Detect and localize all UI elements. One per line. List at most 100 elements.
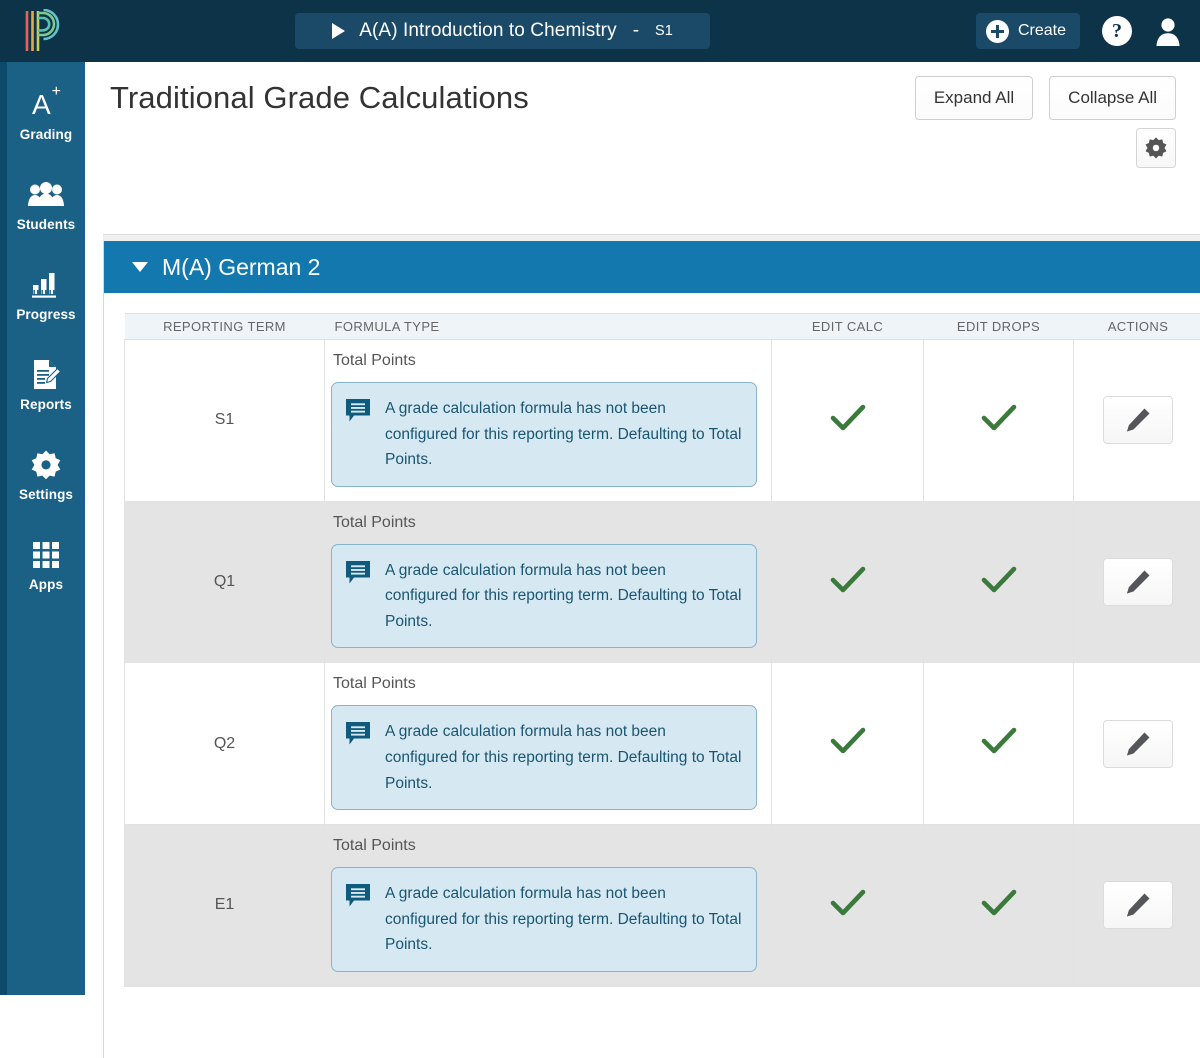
bar-chart-icon (31, 268, 61, 302)
check-icon (981, 565, 1017, 595)
sidebar-item-reports[interactable]: Reports (7, 346, 85, 422)
check-icon (830, 565, 866, 595)
pencil-edit-icon (1124, 730, 1152, 758)
column-header-edit-drops: EDIT DROPS (924, 314, 1074, 340)
sidebar-item-label-students: Students (17, 217, 76, 232)
sidebar-item-label-reports: Reports (20, 397, 72, 412)
sidebar-item-settings[interactable]: Settings (7, 436, 85, 512)
table-row: Q1 Total Points A grade calculation form… (125, 501, 1200, 663)
formula-type-label: Total Points (333, 837, 757, 855)
cell-formula-type: Total Points A grade calculation formula… (325, 663, 772, 825)
course-name: A(A) Introduction to Chemistry (359, 20, 616, 42)
cell-reporting-term: S1 (125, 340, 325, 502)
cell-edit-calc[interactable] (772, 340, 924, 502)
top-navigation-bar: A(A) Introduction to Chemistry - S1 Crea… (0, 0, 1200, 62)
cell-actions (1074, 825, 1200, 987)
page-header-actions: Expand All Collapse All (915, 76, 1176, 120)
gear-icon (31, 448, 61, 482)
section-title: M(A) German 2 (162, 254, 320, 281)
note-bubble-icon (345, 721, 371, 745)
page-header: Traditional Grade Calculations Expand Al… (85, 62, 1200, 172)
expand-all-button[interactable]: Expand All (915, 76, 1033, 120)
main-content: Traditional Grade Calculations Expand Al… (85, 62, 1200, 995)
powerschool-logo[interactable] (0, 0, 85, 62)
formula-info-callout-text: A grade calculation formula has not been… (385, 719, 742, 796)
column-header-actions: ACTIONS (1074, 314, 1200, 340)
play-icon (332, 23, 345, 39)
cell-edit-drops[interactable] (924, 340, 1074, 502)
sidebar-item-grading[interactable]: A+ Grading (7, 76, 85, 152)
note-bubble-icon (345, 398, 371, 422)
sidebar-item-label-grading: Grading (20, 127, 72, 142)
cell-edit-drops[interactable] (924, 825, 1074, 987)
cell-edit-drops[interactable] (924, 663, 1074, 825)
course-separator: - (631, 20, 641, 42)
sidebar-item-label-apps: Apps (29, 577, 63, 592)
cell-actions (1074, 663, 1200, 825)
create-button-label: Create (1018, 22, 1066, 40)
formula-info-callout-text: A grade calculation formula has not been… (385, 881, 742, 958)
powerschool-logo-mark (23, 9, 63, 53)
page-settings-gear-button[interactable] (1136, 128, 1176, 168)
table-header: REPORTING TERM FORMULA TYPE EDIT CALC ED… (125, 314, 1200, 340)
cell-formula-type: Total Points A grade calculation formula… (325, 340, 772, 502)
formula-info-callout: A grade calculation formula has not been… (331, 382, 757, 487)
formula-type-label: Total Points (333, 352, 757, 370)
cell-edit-calc[interactable] (772, 501, 924, 663)
formula-info-callout-text: A grade calculation formula has not been… (385, 396, 742, 473)
table-row: S1 Total Points A grade calculation form… (125, 340, 1200, 502)
report-document-icon (31, 358, 61, 392)
sidebar-item-students[interactable]: Students (7, 166, 85, 242)
table-container: REPORTING TERM FORMULA TYPE EDIT CALC ED… (104, 293, 1200, 987)
formula-info-callout: A grade calculation formula has not been… (331, 705, 757, 810)
formula-info-callout: A grade calculation formula has not been… (331, 867, 757, 972)
students-icon (28, 178, 64, 212)
formula-info-callout-text: A grade calculation formula has not been… (385, 558, 742, 635)
cell-edit-calc[interactable] (772, 663, 924, 825)
collapse-all-button[interactable]: Collapse All (1049, 76, 1176, 120)
left-sidebar: A+ Grading Students (0, 62, 85, 995)
sidebar-item-label-settings: Settings (19, 487, 73, 502)
edit-row-button[interactable] (1103, 720, 1173, 768)
course-selector[interactable]: A(A) Introduction to Chemistry - S1 (295, 13, 710, 49)
cell-edit-calc[interactable] (772, 825, 924, 987)
help-icon-glyph: ? (1112, 20, 1122, 43)
gear-icon (1145, 137, 1167, 159)
table-header-row: REPORTING TERM FORMULA TYPE EDIT CALC ED… (125, 314, 1200, 340)
sidebar-item-progress[interactable]: Progress (7, 256, 85, 332)
check-icon (830, 888, 866, 918)
edit-row-button[interactable] (1103, 881, 1173, 929)
note-bubble-icon (345, 883, 371, 907)
table-row: E1 Total Points A grade calculation form… (125, 825, 1200, 987)
course-term: S1 (655, 23, 673, 39)
formula-info-callout: A grade calculation formula has not been… (331, 544, 757, 649)
column-header-formula-type: FORMULA TYPE (325, 314, 772, 340)
table-body: S1 Total Points A grade calculation form… (125, 340, 1200, 987)
grade-a-plus-icon: A+ (32, 88, 60, 122)
formula-type-label: Total Points (333, 675, 757, 693)
check-icon (981, 726, 1017, 756)
section-header-german-2[interactable]: M(A) German 2 (104, 241, 1200, 293)
create-button[interactable]: Create (976, 13, 1080, 49)
column-header-reporting-term: REPORTING TERM (125, 314, 325, 340)
check-icon (981, 403, 1017, 433)
cell-edit-drops[interactable] (924, 501, 1074, 663)
cell-reporting-term: Q1 (125, 501, 325, 663)
cell-reporting-term: Q2 (125, 663, 325, 825)
cell-actions (1074, 340, 1200, 502)
grade-calculations-panel: M(A) German 2 REPORTING TERM FORMULA TYP… (103, 241, 1200, 1058)
user-avatar-icon[interactable] (1154, 16, 1182, 46)
help-icon[interactable]: ? (1102, 16, 1132, 46)
edit-row-button[interactable] (1103, 558, 1173, 606)
grade-calculations-table: REPORTING TERM FORMULA TYPE EDIT CALC ED… (124, 313, 1200, 987)
cell-reporting-term: E1 (125, 825, 325, 987)
edit-row-button[interactable] (1103, 396, 1173, 444)
table-row: Q2 Total Points A grade calculation form… (125, 663, 1200, 825)
check-icon (830, 403, 866, 433)
sidebar-item-apps[interactable]: Apps (7, 526, 85, 602)
pencil-edit-icon (1124, 406, 1152, 434)
cell-formula-type: Total Points A grade calculation formula… (325, 825, 772, 987)
caret-down-icon (132, 262, 148, 272)
formula-type-label: Total Points (333, 514, 757, 532)
grid-apps-icon (32, 538, 60, 572)
